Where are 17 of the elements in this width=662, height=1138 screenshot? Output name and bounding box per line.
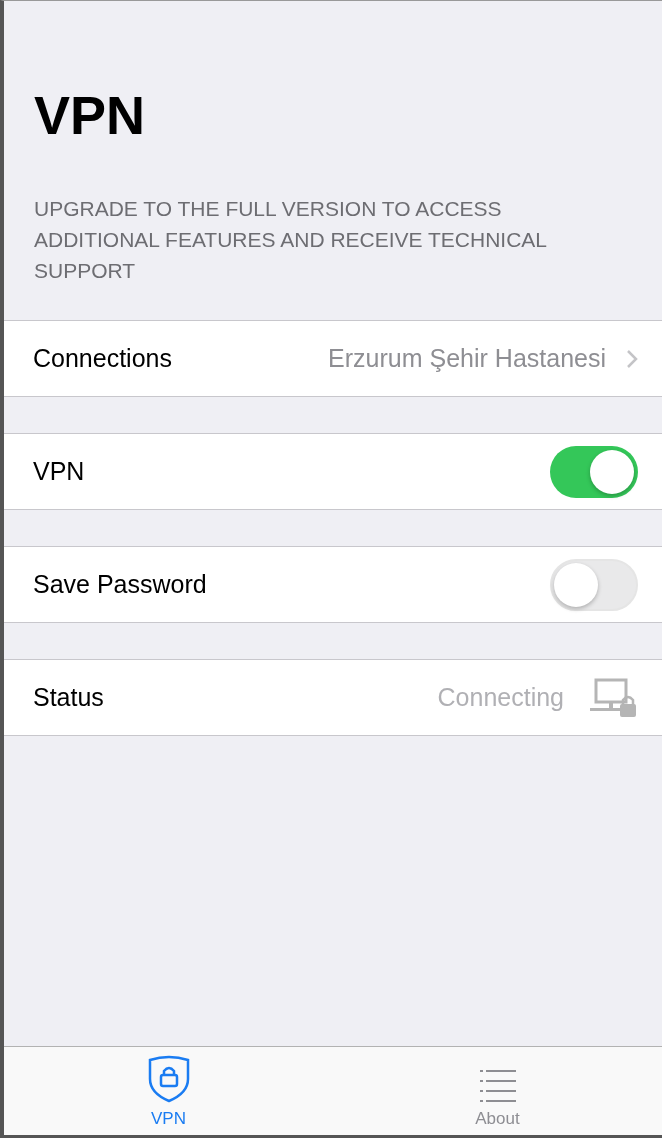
row-label: Save Password: [33, 570, 208, 599]
toggle-switch[interactable]: [550, 558, 638, 611]
row-label: Connections: [33, 344, 173, 373]
chevron-right-icon: [626, 348, 638, 369]
upgrade-notice: UPGRADE TO THE FULL VERSION TO ACCESS ADDITIONAL FEATURES AND RECEIVE TECHNICAL SUPPORT: [34, 196, 548, 284]
list-icon: [479, 1069, 516, 1103]
row-value: Connecting: [437, 683, 564, 712]
row-label: VPN: [33, 457, 86, 486]
tab[interactable]: VPN: [4, 1047, 333, 1135]
row-label: Status: [33, 683, 105, 712]
page-title: VPN: [34, 84, 147, 147]
shield-lock-icon: [146, 1055, 191, 1103]
computer-lock-icon: [590, 677, 638, 718]
tab[interactable]: About: [333, 1047, 662, 1135]
toggle-switch[interactable]: [550, 445, 638, 498]
row-value: Erzurum Şehir Hastanesi: [328, 344, 606, 373]
connections-row[interactable]: Connections Erzurum Şehir Hastanesi: [4, 320, 662, 397]
